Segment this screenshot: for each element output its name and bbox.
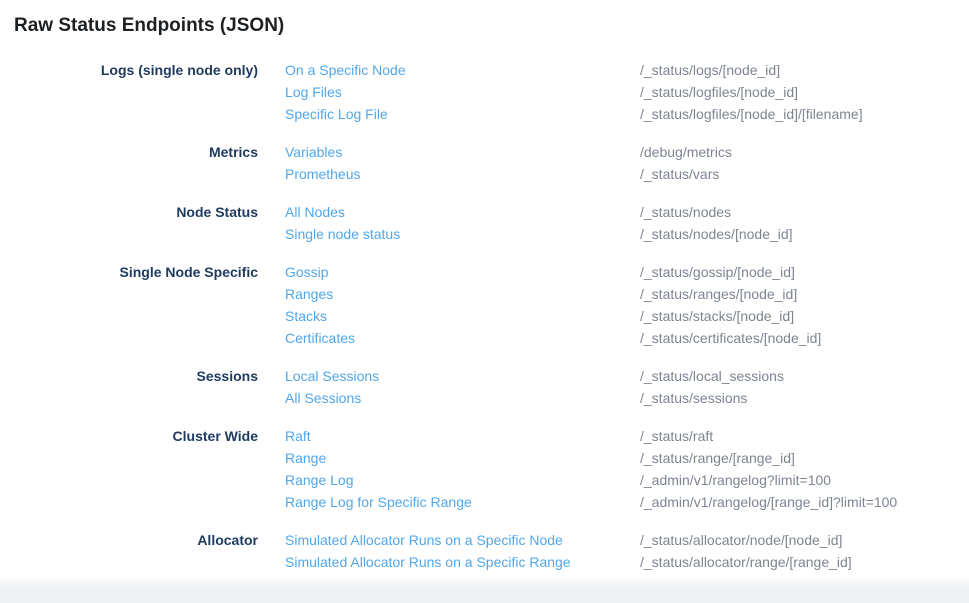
endpoint-path: /_status/sessions: [640, 387, 969, 409]
endpoint-path: /_status/allocator/node/[node_id]: [640, 529, 969, 551]
endpoint-link[interactable]: Ranges: [285, 283, 640, 305]
endpoint-link[interactable]: Stacks: [285, 305, 640, 327]
endpoint-link[interactable]: Simulated Allocator Runs on a Specific R…: [285, 551, 640, 573]
endpoint-path: /_admin/v1/rangelog?limit=100: [640, 469, 969, 491]
endpoint-link[interactable]: Simulated Allocator Runs on a Specific N…: [285, 529, 640, 551]
page-bottom-strip: [0, 578, 969, 603]
endpoint-links-column: On a Specific NodeLog FilesSpecific Log …: [258, 59, 640, 125]
endpoint-path: /_status/nodes: [640, 201, 969, 223]
endpoint-path: /debug/metrics: [640, 141, 969, 163]
endpoint-links-column: Simulated Allocator Runs on a Specific N…: [258, 529, 640, 573]
endpoint-link[interactable]: Variables: [285, 141, 640, 163]
endpoint-link[interactable]: Local Sessions: [285, 365, 640, 387]
endpoint-links-column: RaftRangeRange LogRange Log for Specific…: [258, 425, 640, 513]
endpoint-path: /_status/raft: [640, 425, 969, 447]
endpoint-paths-column: /_status/raft/_status/range/[range_id]/_…: [640, 425, 969, 513]
endpoint-link[interactable]: Range Log: [285, 469, 640, 491]
endpoint-path: /_status/vars: [640, 163, 969, 185]
page-title: Raw Status Endpoints (JSON): [0, 0, 969, 37]
endpoint-paths-column: /debug/metrics/_status/vars: [640, 141, 969, 185]
endpoint-category-label: Cluster Wide: [0, 425, 258, 513]
endpoint-section: Single Node Specific GossipRangesStacksC…: [0, 261, 969, 349]
endpoint-link[interactable]: Raft: [285, 425, 640, 447]
endpoint-section: Metrics VariablesPrometheus /debug/metri…: [0, 141, 969, 185]
endpoint-category-label: Sessions: [0, 365, 258, 409]
endpoint-path: /_status/ranges/[node_id]: [640, 283, 969, 305]
endpoint-link[interactable]: Specific Log File: [285, 103, 640, 125]
endpoint-path: /_status/gossip/[node_id]: [640, 261, 969, 283]
endpoint-paths-column: /_status/logs/[node_id]/_status/logfiles…: [640, 59, 969, 125]
endpoint-path: /_status/range/[range_id]: [640, 447, 969, 469]
endpoint-link[interactable]: Prometheus: [285, 163, 640, 185]
endpoint-category-label: Logs (single node only): [0, 59, 258, 125]
endpoint-path: /_status/logs/[node_id]: [640, 59, 969, 81]
endpoints-table: Logs (single node only) On a Specific No…: [0, 59, 969, 573]
endpoint-path: /_status/logfiles/[node_id]: [640, 81, 969, 103]
endpoint-path: /_admin/v1/rangelog/[range_id]?limit=100: [640, 491, 969, 513]
endpoint-link[interactable]: Certificates: [285, 327, 640, 349]
endpoint-link[interactable]: Log Files: [285, 81, 640, 103]
endpoint-section: Logs (single node only) On a Specific No…: [0, 59, 969, 125]
endpoint-links-column: VariablesPrometheus: [258, 141, 640, 185]
endpoint-paths-column: /_status/nodes/_status/nodes/[node_id]: [640, 201, 969, 245]
endpoint-category-label: Metrics: [0, 141, 258, 185]
endpoint-path: /_status/stacks/[node_id]: [640, 305, 969, 327]
endpoint-category-label: Allocator: [0, 529, 258, 573]
endpoint-path: /_status/allocator/range/[range_id]: [640, 551, 969, 573]
endpoint-link[interactable]: Range: [285, 447, 640, 469]
endpoint-section: Cluster Wide RaftRangeRange LogRange Log…: [0, 425, 969, 513]
endpoint-links-column: GossipRangesStacksCertificates: [258, 261, 640, 349]
endpoint-link[interactable]: Range Log for Specific Range: [285, 491, 640, 513]
endpoint-link[interactable]: All Nodes: [285, 201, 640, 223]
endpoint-link[interactable]: Single node status: [285, 223, 640, 245]
endpoint-section: Sessions Local SessionsAll Sessions /_st…: [0, 365, 969, 409]
endpoint-path: /_status/logfiles/[node_id]/[filename]: [640, 103, 969, 125]
endpoint-links-column: All NodesSingle node status: [258, 201, 640, 245]
endpoint-path: /_status/local_sessions: [640, 365, 969, 387]
endpoint-link[interactable]: On a Specific Node: [285, 59, 640, 81]
endpoint-path: /_status/nodes/[node_id]: [640, 223, 969, 245]
endpoint-category-label: Node Status: [0, 201, 258, 245]
raw-status-endpoints-page: Raw Status Endpoints (JSON) Logs (single…: [0, 0, 969, 603]
endpoint-paths-column: /_status/allocator/node/[node_id]/_statu…: [640, 529, 969, 573]
endpoint-links-column: Local SessionsAll Sessions: [258, 365, 640, 409]
endpoint-link[interactable]: All Sessions: [285, 387, 640, 409]
endpoint-link[interactable]: Gossip: [285, 261, 640, 283]
endpoint-paths-column: /_status/gossip/[node_id]/_status/ranges…: [640, 261, 969, 349]
endpoint-paths-column: /_status/local_sessions/_status/sessions: [640, 365, 969, 409]
endpoint-section: Node Status All NodesSingle node status …: [0, 201, 969, 245]
endpoint-section: Allocator Simulated Allocator Runs on a …: [0, 529, 969, 573]
endpoint-path: /_status/certificates/[node_id]: [640, 327, 969, 349]
endpoint-category-label: Single Node Specific: [0, 261, 258, 349]
